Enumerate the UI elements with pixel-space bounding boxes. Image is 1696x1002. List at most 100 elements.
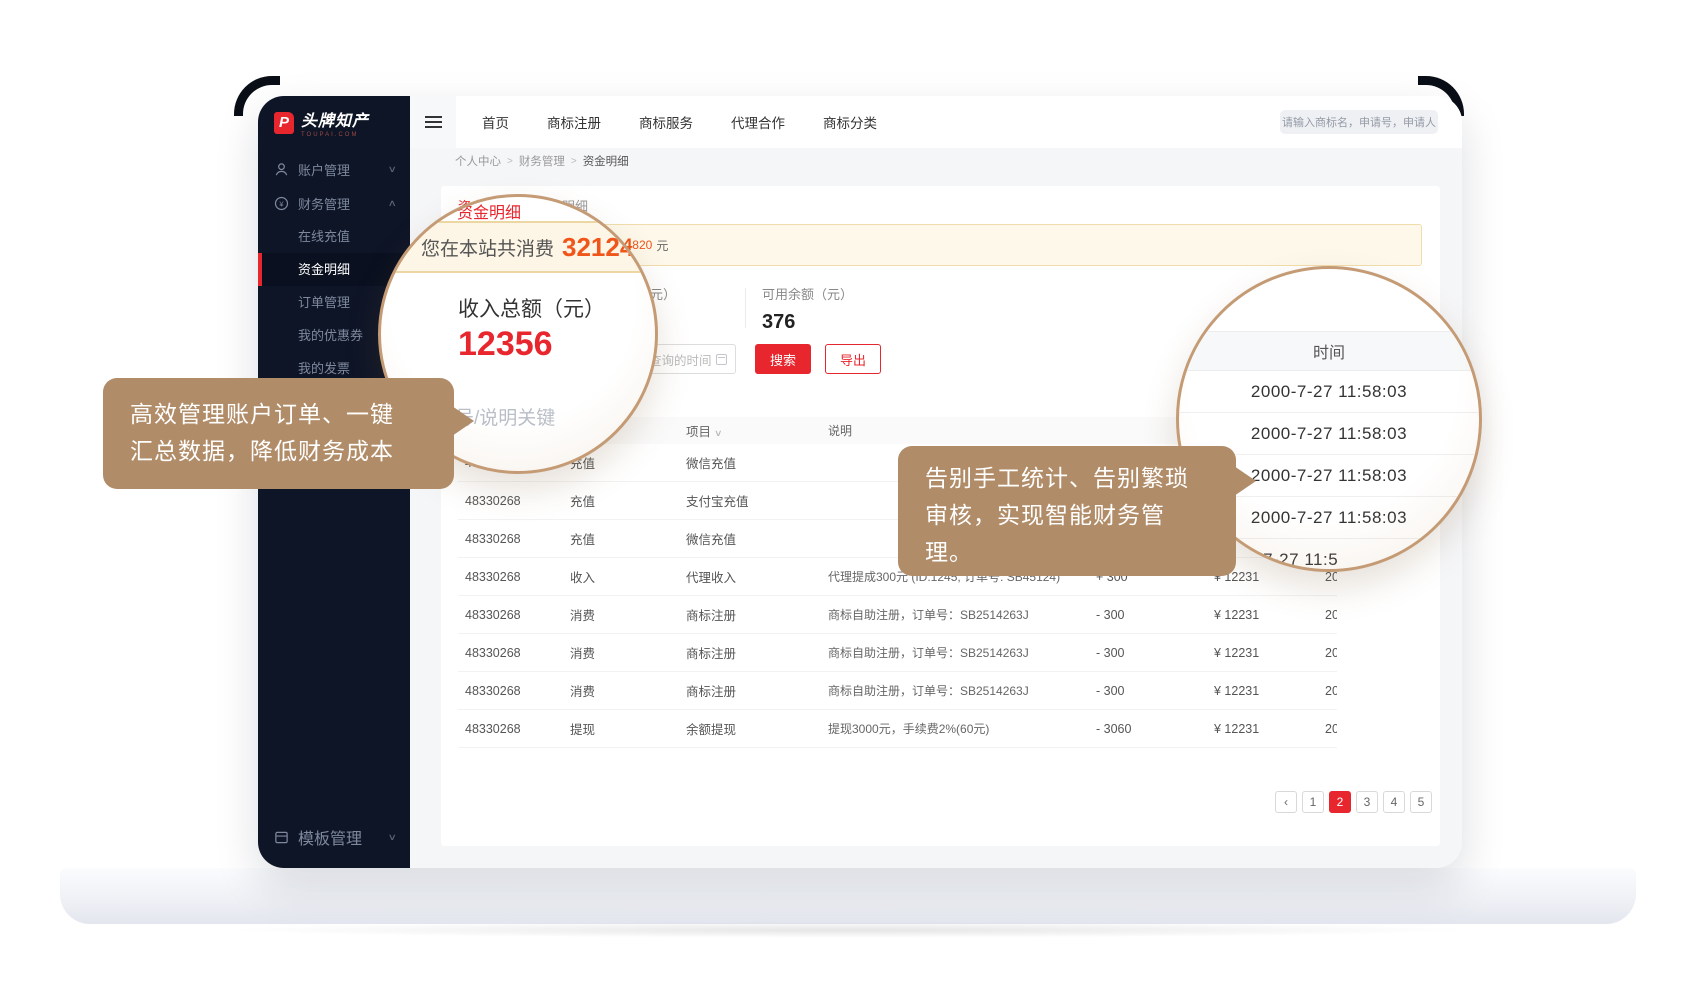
breadcrumb-separator: > (507, 156, 513, 167)
cell-type: 消费 (570, 681, 686, 700)
pagination-page-1[interactable]: 1 (1302, 791, 1324, 813)
cell-amount: - 3060 (1086, 722, 1178, 736)
search-button[interactable]: 搜索 (755, 344, 811, 374)
pagination-prev-button[interactable]: ‹ (1275, 791, 1297, 813)
brand-tagline: TOUPAI.COM (301, 132, 369, 138)
callout-arrow-icon (1234, 466, 1256, 496)
card-tabs: 资金明细 充值明细 (441, 186, 1440, 216)
cell-type: 消费 (570, 643, 686, 662)
top-nav: 首页 商标注册 商标服务 代理合作 商标分类 请输入商标名，申请号，申请人 (410, 96, 1462, 148)
breadcrumb-item[interactable]: 财务管理 (519, 153, 565, 169)
cell-project: 支付宝充值 (686, 491, 828, 510)
cell-amount: - 300 (1086, 684, 1178, 698)
chevron-down-icon: ∨ (714, 428, 723, 439)
pagination-page-3[interactable]: 3 (1356, 791, 1378, 813)
cell-type: 收入 (570, 567, 686, 586)
cell-desc: 商标自助注册，订单号：SB2514263J (828, 606, 1086, 623)
nav-tab-代理合作[interactable]: 代理合作 (731, 112, 785, 132)
cell-order: 48330268 (458, 608, 570, 622)
lens-banner-text: 您在本站共消费 (421, 234, 554, 261)
cell-balance: ¥ 12231 (1178, 722, 1286, 736)
banner-unit: 元 (656, 237, 668, 254)
nav-tab-商标分类[interactable]: 商标分类 (823, 112, 877, 132)
lens-banner: 您在本站共消费 32124 (381, 221, 655, 273)
svg-text:¥: ¥ (279, 199, 284, 208)
pagination-page-4[interactable]: 4 (1383, 791, 1405, 813)
cell-order: 48330268 (458, 570, 570, 584)
sidebar-item-label: 模板管理 (298, 825, 380, 849)
lens-time-header: 时间 (1179, 331, 1479, 371)
cell-project: 余额提现 (686, 719, 828, 738)
lens-banner-amount: 32124 (562, 232, 634, 263)
cell-project: 微信充值 (686, 453, 828, 472)
cell-desc: 商标自助注册，订单号：SB2514263J (828, 682, 1086, 699)
breadcrumb-item[interactable]: 个人中心 (455, 153, 501, 169)
callout-arrow-icon (452, 406, 474, 436)
cell-time: 2000-7-27 11:58:03 (1286, 722, 1337, 736)
nav-tab-商标注册[interactable]: 商标注册 (547, 112, 601, 132)
cell-time: 2000-7-27 11:58:03 (1286, 684, 1337, 698)
cell-project: 商标注册 (686, 681, 828, 700)
table-row: 48330268消费商标注册商标自助注册，订单号：SB2514263J- 300… (458, 596, 1337, 634)
cell-type: 充值 (570, 491, 686, 510)
nav-tabs: 首页 商标注册 商标服务 代理合作 商标分类 (482, 112, 877, 132)
chevron-down-icon: ∨ (388, 164, 397, 175)
chevron-down-icon: ∨ (388, 832, 397, 843)
lens-income-label: 收入总额（元） (458, 293, 605, 323)
divider (745, 288, 746, 328)
callout-line: 高效管理账户订单、一键 (130, 396, 454, 433)
page: P 头牌知产 TOUPAI.COM 账户管理 ∨ (0, 0, 1696, 1002)
nav-tab-首页[interactable]: 首页 (482, 112, 509, 132)
finance-icon: ¥ (274, 196, 289, 211)
sidebar-item-label: 财务管理 (298, 194, 380, 213)
brand-logo-icon: P (274, 112, 294, 134)
cell-balance: ¥ 12231 (1178, 646, 1286, 660)
template-icon (274, 830, 289, 845)
nav-tab-商标服务[interactable]: 商标服务 (639, 112, 693, 132)
lens-tab-fragment: 资金明细 (457, 199, 521, 223)
cell-balance: ¥ 12231 (1178, 608, 1286, 622)
callout-line: 汇总数据，降低财务成本 (130, 433, 454, 470)
cell-project: 微信充值 (686, 529, 828, 548)
cell-type: 充值 (570, 529, 686, 548)
cell-type: 提现 (570, 719, 686, 738)
cell-desc: 商标自助注册，订单号：SB2514263J (828, 644, 1086, 661)
trademark-search-input[interactable]: 请输入商标名，申请号，申请人 (1280, 110, 1438, 134)
cell-order: 48330268 (458, 722, 570, 736)
pagination-page-2[interactable]: 2 (1329, 791, 1351, 813)
sidebar-item-account[interactable]: 账户管理 ∨ (258, 152, 410, 186)
sidebar-item-finance[interactable]: ¥ 财务管理 ∧ (258, 186, 410, 220)
cell-project: 代理收入 (686, 567, 828, 586)
calendar-icon (716, 354, 727, 365)
user-icon (274, 162, 289, 177)
callout-left: 高效管理账户订单、一键 汇总数据，降低财务成本 (103, 378, 454, 489)
lens-income-value: 12356 (458, 325, 553, 364)
table-row: 48330268消费商标注册商标自助注册，订单号：SB2514263J- 300… (458, 672, 1337, 710)
chevron-up-icon: ∧ (388, 198, 397, 209)
stat-value: 376 (762, 311, 853, 334)
cell-time: 2000-7-27 11:58:03 (1286, 646, 1337, 660)
cell-type: 充值 (570, 453, 686, 472)
laptop-base (60, 868, 1636, 924)
sidebar-item-template[interactable]: 模板管理 ∨ (258, 820, 410, 854)
cell-balance: ¥ 12231 (1178, 684, 1286, 698)
export-button[interactable]: 导出 (825, 344, 881, 374)
lens-time-row: 2000-7-27 11:58:03 (1179, 371, 1479, 413)
breadcrumb: 个人中心>财务管理>资金明细 (410, 148, 1462, 174)
hamburger-button[interactable] (410, 96, 456, 148)
breadcrumb-item[interactable]: 资金明细 (583, 153, 629, 169)
cell-desc: 提现3000元，手续费2%(60元) (828, 720, 1086, 737)
table-row: 48330268消费商标注册商标自助注册，订单号：SB2514263J- 300… (458, 634, 1337, 672)
cell-order: 48330268 (458, 646, 570, 660)
stat-label: 可用余额（元） (762, 284, 853, 303)
cell-order: 48330268 (458, 532, 570, 546)
cell-project: 商标注册 (686, 643, 828, 662)
header-project[interactable]: 项目∨ (686, 421, 828, 440)
cell-time: 2000-7-27 11:58:03 (1286, 608, 1337, 622)
callout-line: 审核，实现智能财务管 (925, 497, 1236, 534)
cell-amount: - 300 (1086, 646, 1178, 660)
pagination: ‹12345 (1275, 791, 1432, 813)
brand-name: 头牌知产 (301, 112, 369, 132)
pagination-page-5[interactable]: 5 (1410, 791, 1432, 813)
stat-balance: 可用余额（元） 376 (762, 284, 853, 334)
